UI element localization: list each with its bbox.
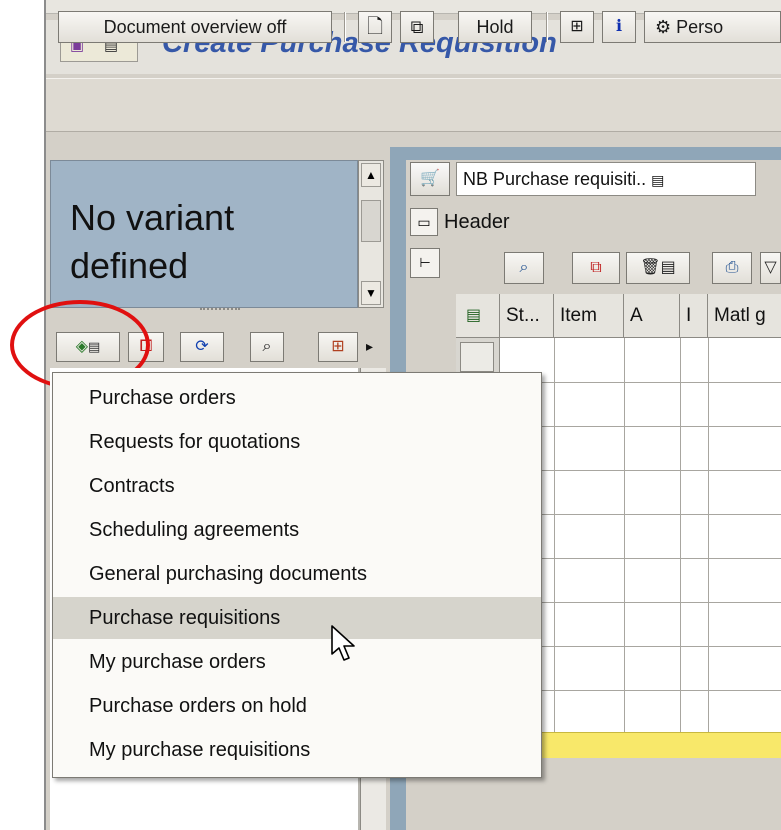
menu-item-requests-for-quotations[interactable]: Requests for quotations: [53, 421, 541, 463]
grid-line: [500, 602, 781, 603]
menu-item-label: Requests for quotations: [89, 431, 301, 453]
grid-line: [500, 426, 781, 427]
document-type-menu: Purchase orders Requests for quotations …: [52, 372, 542, 778]
menu-item-my-purchase-requisitions[interactable]: My purchase requisitions: [53, 729, 541, 771]
filter-icon[interactable]: ▽: [760, 252, 781, 284]
column-header[interactable]: I: [680, 294, 708, 338]
find-icon[interactable]: ⌕: [250, 332, 284, 362]
copy-row-icon[interactable]: ⧉: [572, 252, 620, 284]
menu-item-label: My purchase orders: [89, 651, 266, 673]
mouse-cursor-icon: [331, 625, 355, 661]
menu-item-label: General purchasing documents: [89, 563, 367, 585]
no-variant-text: No variant defined: [70, 197, 235, 286]
row-selector[interactable]: [460, 342, 494, 372]
grid-line: [624, 338, 625, 732]
menu-item-purchase-requisitions[interactable]: Purchase requisitions: [53, 597, 541, 639]
copy-document-icon[interactable]: ⧉: [400, 11, 434, 43]
delete-row-icon[interactable]: 🗑▤: [626, 252, 690, 284]
detail-icon[interactable]: ⌕: [504, 252, 544, 284]
cart-icon[interactable]: 🛒: [410, 162, 450, 196]
menu-item-label: Contracts: [89, 475, 175, 497]
grid-line: [680, 338, 681, 732]
print-icon[interactable]: ⎙: [712, 252, 752, 284]
grid-line: [500, 646, 781, 647]
settings-icon: ⚙: [655, 17, 672, 37]
grid-line: [500, 470, 781, 471]
menu-item-my-purchase-orders[interactable]: My purchase orders: [53, 641, 541, 683]
column-header[interactable]: A: [624, 294, 680, 338]
info-icon[interactable]: ℹ: [602, 11, 636, 43]
scroll-up-icon[interactable]: ▲: [361, 163, 381, 187]
splitter-grip[interactable]: [200, 308, 240, 314]
application-toolbar: [46, 78, 781, 132]
menu-item-purchase-orders[interactable]: Purchase orders: [53, 377, 541, 419]
menu-item-label: My purchase requisitions: [89, 739, 311, 761]
header-expand-icon[interactable]: ▭: [410, 208, 438, 236]
toolbar-separator: [546, 12, 548, 42]
menu-item-purchase-orders-on-hold[interactable]: Purchase orders on hold: [53, 685, 541, 727]
grid-line: [554, 338, 555, 732]
hold-button[interactable]: Hold: [458, 11, 532, 43]
document-overview-button[interactable]: Document overview off: [58, 11, 332, 43]
grid-line: [500, 382, 781, 383]
menu-item-general-purchasing-documents[interactable]: General purchasing documents: [53, 553, 541, 595]
grid-line: [500, 690, 781, 691]
hierarchy-icon[interactable]: ⊞: [560, 11, 594, 43]
dropdown-icon[interactable]: ▤: [651, 172, 664, 188]
personal-settings-button[interactable]: ⚙ Perso: [644, 11, 781, 43]
menu-item-label: Purchase orders: [89, 387, 236, 409]
menu-item-label: Purchase requisitions: [89, 607, 281, 629]
grid-line: [500, 558, 781, 559]
menu-item-label: Purchase orders on hold: [89, 695, 307, 717]
select-all-icon[interactable]: ▤: [456, 294, 500, 338]
grid-status-bar: [500, 732, 781, 758]
scroll-thumb[interactable]: [361, 200, 381, 242]
personal-settings-label: Perso: [676, 17, 724, 37]
header-label: Header: [444, 211, 510, 233]
refresh-icon[interactable]: ⟳: [180, 332, 224, 362]
more-arrow-icon[interactable]: ▸: [366, 338, 373, 355]
scroll-down-icon[interactable]: ▼: [361, 281, 381, 305]
grid-line: [500, 514, 781, 515]
new-document-icon[interactable]: 🗋: [358, 11, 392, 43]
menu-item-label: Scheduling agreements: [89, 519, 300, 541]
column-header[interactable]: Matl g: [708, 294, 781, 338]
toolbar-separator: [344, 12, 346, 42]
document-type-field[interactable]: NB Purchase requisiti.. ▤: [456, 162, 756, 196]
column-header[interactable]: St...: [500, 294, 554, 338]
menu-item-contracts[interactable]: Contracts: [53, 465, 541, 507]
layout-icon[interactable]: ⊞: [318, 332, 358, 362]
menu-item-scheduling-agreements[interactable]: Scheduling agreements: [53, 509, 541, 551]
grid-line: [708, 338, 709, 732]
document-type-value: NB Purchase requisiti..: [463, 169, 647, 189]
column-header[interactable]: Item: [554, 294, 624, 338]
item-collapse-icon[interactable]: ⊢: [410, 248, 440, 278]
